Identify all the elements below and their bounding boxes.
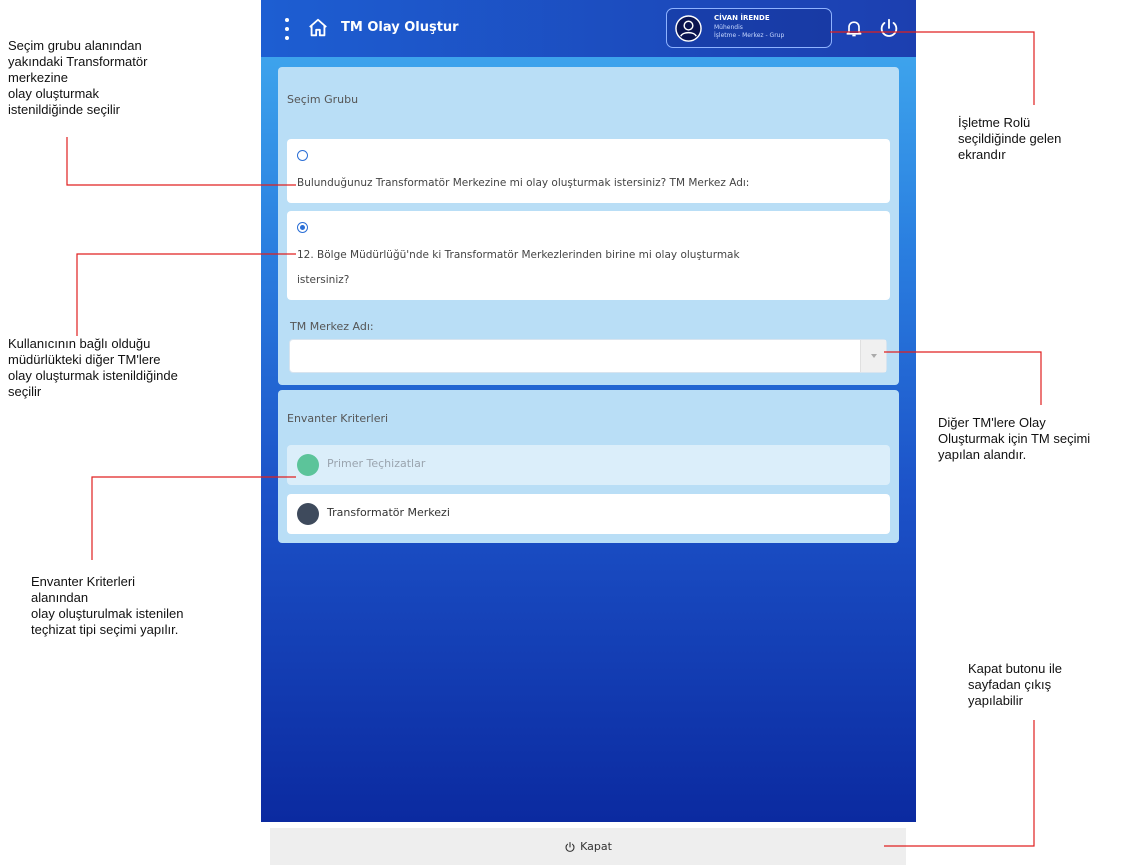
annotation-line: Kapat butonu ile (968, 661, 1062, 676)
annotation-line: müdürlükteki diğer TM'lere (8, 352, 161, 367)
inventory-item-label: Primer Teçhizatlar (327, 457, 426, 470)
close-button[interactable]: Kapat (270, 828, 906, 865)
radio-current-tm[interactable] (297, 150, 308, 161)
annotation-line: Envanter Kriterleri (31, 574, 136, 589)
bell-icon[interactable] (844, 18, 864, 38)
annotation-line: seçilir (8, 384, 42, 399)
selection-group-card: Seçim Grubu Bulunduğunuz Transformatör M… (278, 67, 899, 385)
power-icon (565, 841, 575, 852)
chevron-down-icon[interactable] (860, 340, 886, 372)
annotation-line: Oluşturmak için TM seçimi (938, 431, 1091, 446)
annotation-line: olay oluşturmak (8, 86, 100, 101)
annotation-line: yakındaki Transformatör (8, 54, 148, 69)
user-profile-box[interactable]: CİVAN İRENDE Mühendis İşletme - Merkez -… (666, 8, 832, 48)
inventory-criteria-card: Envanter Kriterleri Primer Teçhizatlar T… (278, 390, 899, 543)
option-current-tm[interactable]: Bulunduğunuz Transformatör Merkezine mi … (287, 139, 890, 203)
tm-center-label: TM Merkez Adı: (290, 320, 374, 333)
annotation-inventory: Envanter Kriterleri alanından olay oluşt… (31, 574, 183, 638)
user-role: Mühendis (714, 24, 743, 31)
annotation-line: merkezine (8, 70, 68, 85)
annotation-other-tm: Kullanıcının bağlı olduğu müdürlükteki d… (8, 336, 178, 400)
inventory-item-transformer[interactable]: Transformatör Merkezi (287, 494, 890, 534)
option-other-tm-label-line1: 12. Bölge Müdürlüğü'nde ki Transformatör… (297, 249, 740, 261)
annotation-line: seçildiğinde gelen (958, 131, 1062, 146)
annotation-line: olay oluşturmak istenildiğinde (8, 368, 178, 383)
inventory-item-label: Transformatör Merkezi (327, 506, 450, 519)
radio-other-tm[interactable] (297, 222, 308, 233)
tm-center-select[interactable] (289, 339, 887, 373)
option-current-tm-label: Bulunduğunuz Transformatör Merkezine mi … (297, 177, 750, 189)
power-icon[interactable] (878, 17, 900, 39)
transformer-status-dot-icon (297, 503, 319, 525)
annotation-role: İşletme Rolü seçildiğinde gelen ekrandır (958, 115, 1061, 163)
page-title: TM Olay Oluştur (341, 20, 459, 35)
annotation-line: Diğer TM'lere Olay (938, 415, 1046, 430)
annotation-line: teçhizat tipi seçimi yapılır. (31, 622, 179, 637)
annotation-close: Kapat butonu ile sayfadan çıkış yapılabi… (968, 661, 1062, 709)
annotation-selection-group: Seçim grubu alanından yakındaki Transfor… (8, 38, 147, 118)
annotation-line: yapılan alandır. (938, 447, 1027, 462)
close-button-label: Kapat (580, 840, 612, 853)
user-department: İşletme - Merkez - Grup (714, 32, 785, 39)
annotation-line: olay oluşturulmak istenilen (31, 606, 184, 621)
option-other-tm[interactable]: 12. Bölge Müdürlüğü'nde ki Transformatör… (287, 211, 890, 300)
annotation-line: ekrandır (958, 147, 1006, 162)
annotation-line: Seçim grubu alanından (8, 38, 142, 53)
annotation-line: sayfadan çıkış (968, 677, 1052, 692)
option-other-tm-label-line2: istersiniz? (297, 274, 350, 286)
avatar-icon (675, 15, 702, 42)
primer-status-dot-icon (297, 454, 319, 476)
annotation-tm-select: Diğer TM'lere Olay Oluşturmak için TM se… (938, 415, 1090, 463)
menu-dots-icon[interactable] (283, 18, 291, 40)
selection-group-title: Seçim Grubu (287, 93, 359, 106)
inventory-item-primer[interactable]: Primer Teçhizatlar (287, 445, 890, 485)
user-name: CİVAN İRENDE (714, 14, 770, 22)
annotation-line: alanından (31, 590, 89, 605)
home-icon[interactable] (307, 17, 329, 39)
annotation-line: yapılabilir (968, 693, 1023, 708)
app-screen: TM Olay Oluştur CİVAN İRENDE Mühendis İş… (261, 0, 916, 822)
annotation-line: istenildiğinde seçilir (8, 102, 120, 117)
annotation-line: İşletme Rolü (958, 115, 1031, 130)
top-bar: TM Olay Oluştur CİVAN İRENDE Mühendis İş… (261, 0, 916, 57)
annotation-line: Kullanıcının bağlı olduğu (8, 336, 151, 351)
inventory-criteria-title: Envanter Kriterleri (287, 412, 389, 425)
